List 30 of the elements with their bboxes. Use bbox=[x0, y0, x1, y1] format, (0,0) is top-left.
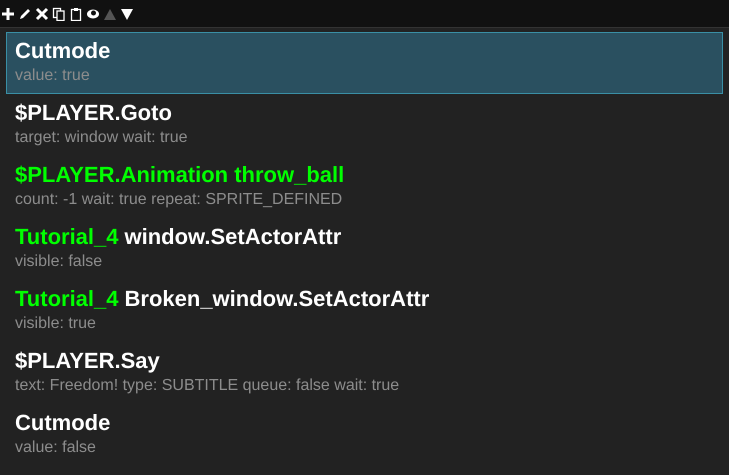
item-title: Cutmode bbox=[15, 409, 110, 437]
list-item[interactable]: Cutmode value: true bbox=[6, 32, 723, 94]
list-item[interactable]: $PLAYER.Say text: Freedom! type: SUBTITLE queue: false wait: true bbox=[6, 342, 723, 404]
item-detail: count: -1 wait: true repeat: SPRITE_DEFINED bbox=[15, 190, 342, 210]
item-detail: visible: false bbox=[15, 252, 102, 272]
copy-icon[interactable] bbox=[52, 6, 66, 20]
item-detail: value: false bbox=[15, 438, 96, 458]
item-title: Cutmode bbox=[15, 37, 110, 65]
clipboard-icon[interactable] bbox=[69, 6, 83, 20]
item-title: Tutorial_4 bbox=[15, 285, 119, 313]
item-title: $PLAYER.Goto bbox=[15, 99, 172, 127]
list-item[interactable]: Cutmode value: false bbox=[6, 404, 723, 466]
list-item[interactable]: Tutorial_4 Broken_window.SetActorAttr visible: true bbox=[6, 280, 723, 342]
item-detail: visible: true bbox=[15, 314, 96, 334]
item-title: $PLAYER.Animation throw_ball bbox=[15, 161, 344, 189]
item-detail: target: window wait: true bbox=[15, 128, 188, 148]
item-title: Tutorial_4 bbox=[15, 223, 119, 251]
add-icon[interactable] bbox=[1, 6, 15, 20]
list-item[interactable]: Tutorial_4 window.SetActorAttr visible: false bbox=[6, 218, 723, 280]
item-title: $PLAYER.Say bbox=[15, 347, 160, 375]
down-triangle-icon[interactable] bbox=[120, 6, 134, 20]
list-item[interactable]: $PLAYER.Animation throw_ball count: -1 wait: true repeat: SPRITE_DEFINED bbox=[6, 156, 723, 218]
list-item[interactable]: $PLAYER.Goto target: window wait: true bbox=[6, 94, 723, 156]
close-icon[interactable] bbox=[35, 6, 49, 20]
item-detail: text: Freedom! type: SUBTITLE queue: false wait: true bbox=[15, 376, 400, 396]
item-title: Broken_window.SetActorAttr bbox=[124, 285, 430, 313]
item-title: window.SetActorAttr bbox=[124, 223, 342, 251]
item-detail: value: true bbox=[15, 66, 90, 86]
pencil-icon[interactable] bbox=[18, 6, 32, 20]
eye-icon[interactable] bbox=[86, 6, 100, 20]
